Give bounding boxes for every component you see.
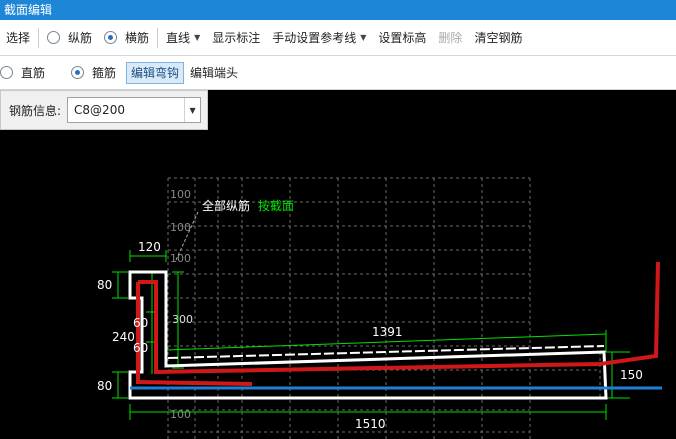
stirrup-rebar[interactable] — [138, 261, 660, 375]
dim-seg1: 60 — [133, 316, 148, 330]
dim-bottom-length: 1510 — [355, 417, 386, 431]
hook-rebar[interactable] — [137, 380, 253, 386]
rebar-info-combo[interactable]: C8@200 ▼ — [67, 97, 202, 123]
dim-height-total: 240 — [112, 330, 135, 344]
rebar-info-panel: 钢筋信息: C8@200 ▼ — [0, 90, 208, 130]
note-by-section: 按截面 — [258, 199, 294, 213]
grid-label: 100 — [170, 408, 191, 421]
grid-labels: 100 100 100 300 100 — [170, 188, 193, 421]
grid-label: 100 — [170, 252, 191, 265]
dim-left-upper: 80 — [97, 278, 112, 292]
dim-top-width: 120 — [138, 240, 161, 254]
grid-label: 100 — [170, 221, 191, 234]
rebar-info-value: C8@200 — [74, 103, 125, 117]
dim-left-lower: 80 — [97, 379, 112, 393]
dim-right-height: 150 — [620, 368, 643, 382]
drawing-canvas[interactable]: 100 100 100 300 100 全部纵筋 按截面 120 80 240 … — [0, 0, 676, 439]
grid-label: 300 — [172, 313, 193, 326]
grid — [167, 177, 601, 439]
section-outline — [128, 270, 608, 400]
chevron-down-icon[interactable]: ▼ — [184, 98, 200, 122]
rebar-info-label: 钢筋信息: — [9, 103, 62, 118]
dim-slope-length: 1391 — [372, 325, 403, 339]
note-all-longitudinal: 全部纵筋 — [202, 198, 250, 213]
dim-seg2: 60 — [133, 341, 148, 355]
grid-label: 100 — [170, 188, 191, 201]
dimension-lines — [112, 250, 630, 420]
